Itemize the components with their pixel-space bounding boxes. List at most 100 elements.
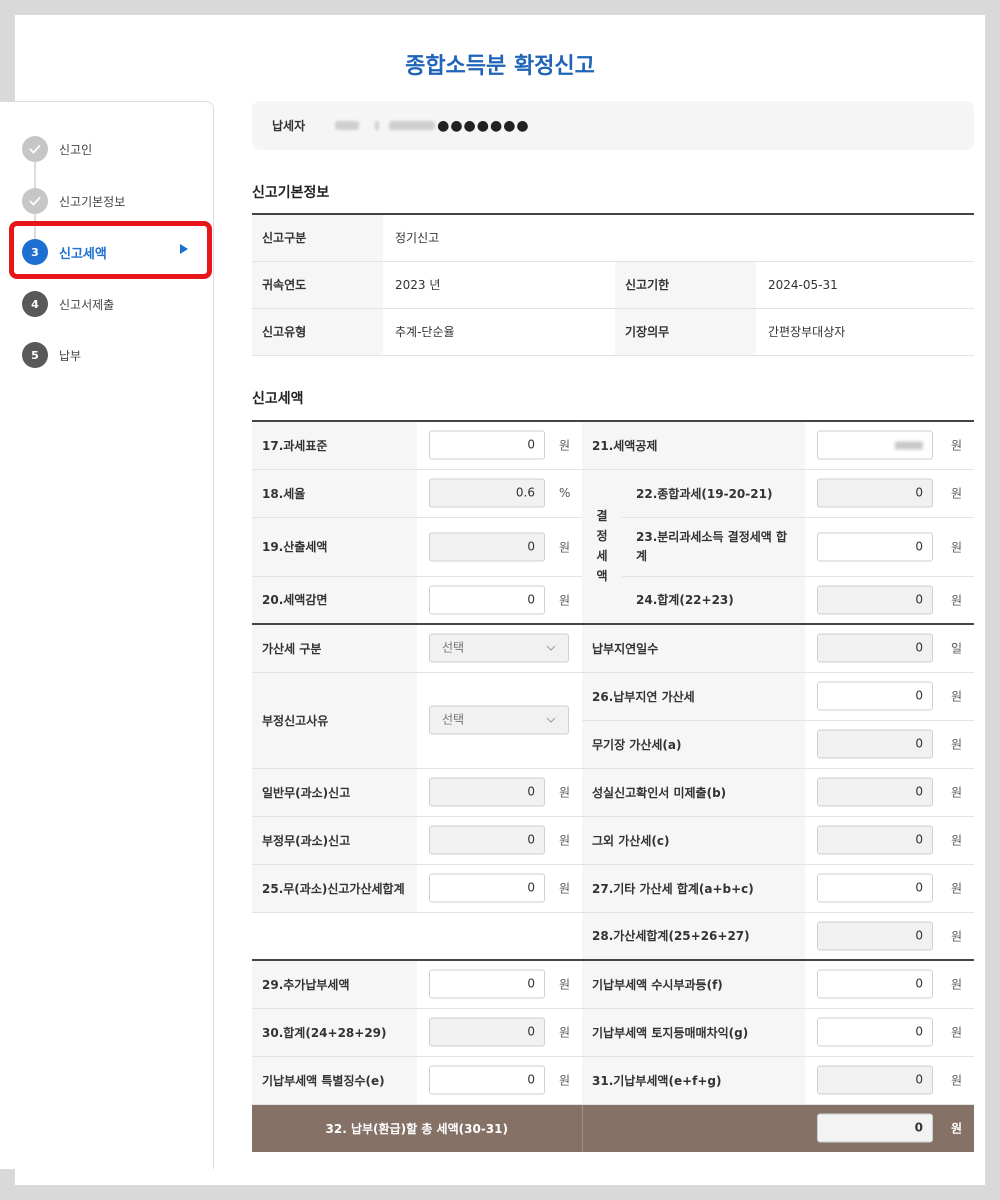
unit-label: 원 bbox=[559, 833, 571, 848]
no-book-field: 0 bbox=[817, 729, 934, 759]
prepaid-g-label: 기납부세액 토지등매매차익(g) bbox=[582, 1008, 806, 1057]
r32-cell: 0원 bbox=[805, 1104, 975, 1152]
method-value: 추계-단순율 bbox=[383, 308, 615, 356]
r17-label: 17.과세표준 bbox=[252, 421, 417, 470]
r18-label: 18.세율 bbox=[252, 469, 417, 518]
check-icon bbox=[22, 136, 48, 162]
basic-info-title: 신고기본정보 bbox=[252, 185, 330, 201]
prepaid-e-label: 기납부세액 특별징수(e) bbox=[252, 1056, 417, 1105]
unit-label: 원 bbox=[951, 593, 963, 608]
general-under-label: 일반무(과소)신고 bbox=[252, 768, 417, 817]
unit-label: 원 bbox=[951, 881, 963, 896]
r24-field: 0 bbox=[817, 585, 934, 615]
masked-id-dots: ●●●●●●● bbox=[437, 117, 530, 134]
prepaid-e-cell: 0원 bbox=[417, 1056, 582, 1105]
masked-divider bbox=[375, 121, 380, 130]
r17-input[interactable]: 0 bbox=[429, 430, 545, 460]
r19-cell: 0원 bbox=[417, 517, 582, 577]
empty-cell bbox=[252, 912, 582, 961]
r31-field: 0 bbox=[817, 1065, 934, 1095]
r27-input[interactable]: 0 bbox=[817, 873, 934, 903]
r32-field: 0 bbox=[817, 1113, 934, 1143]
step-item-submit[interactable]: 4 신고서제출 bbox=[22, 291, 114, 317]
unit-label: 원 bbox=[951, 689, 963, 704]
other-penalty-cell: 0원 bbox=[805, 816, 975, 865]
unit-label: 일 bbox=[951, 641, 963, 656]
r17-cell: 0원 bbox=[417, 421, 582, 470]
unit-label: 원 bbox=[559, 438, 571, 453]
chevron-down-icon bbox=[546, 714, 556, 723]
unit-label: 원 bbox=[559, 785, 571, 800]
fraud-under-field: 0 bbox=[429, 825, 545, 855]
general-under-cell: 0원 bbox=[417, 768, 582, 817]
year-value: 2023 년 bbox=[383, 261, 615, 309]
chevron-down-icon bbox=[546, 642, 556, 651]
bookkeeping-label: 기장의무 bbox=[615, 308, 756, 356]
step-label: 납부 bbox=[59, 348, 82, 363]
step-item-basic-info[interactable]: 신고기본정보 bbox=[22, 188, 125, 214]
r20-label: 20.세액감면 bbox=[252, 576, 417, 625]
prepaid-f-input[interactable]: 0 bbox=[817, 969, 934, 999]
r22-label: 22.종합과세(19-20-21) bbox=[622, 469, 806, 518]
taxpayer-label: 납세자 bbox=[272, 119, 306, 133]
r21-cell: 원 bbox=[805, 421, 975, 470]
no-book-cell: 0원 bbox=[805, 720, 975, 769]
step-number: 5 bbox=[22, 342, 48, 368]
prepaid-f-cell: 0원 bbox=[805, 959, 975, 1009]
r28-field: 0 bbox=[817, 921, 934, 951]
unit-label: 원 bbox=[559, 1025, 571, 1040]
r30-field: 0 bbox=[429, 1017, 545, 1047]
faithful-label: 성실신고확인서 미제출(b) bbox=[582, 768, 806, 817]
step-item-reporter[interactable]: 신고인 bbox=[22, 136, 92, 162]
step-number: 4 bbox=[22, 291, 48, 317]
unit-label: 원 bbox=[951, 486, 963, 501]
faithful-cell: 0원 bbox=[805, 768, 975, 817]
r26-input[interactable]: 0 bbox=[817, 681, 934, 711]
prepaid-g-cell: 0원 bbox=[805, 1008, 975, 1057]
tax-amount-table: 17.과세표준 0원 21.세액공제 원 18.세율 0.6% 결 정 세 액 … bbox=[252, 420, 975, 1152]
penalty-type-select[interactable]: 선택 bbox=[429, 633, 569, 663]
select-text: 선택 bbox=[442, 640, 465, 655]
r20-input[interactable]: 0 bbox=[429, 585, 545, 615]
r30-label: 30.합계(24+28+29) bbox=[252, 1008, 417, 1057]
r25-input[interactable]: 0 bbox=[429, 873, 545, 903]
r19-label: 19.산출세액 bbox=[252, 517, 417, 577]
unit-label: 원 bbox=[559, 881, 571, 896]
r21-label: 21.세액공제 bbox=[582, 421, 806, 470]
taxpayer-box: 납세자 ●●●●●●● bbox=[252, 101, 974, 150]
bookkeeping-value: 간편장부대상자 bbox=[756, 308, 975, 356]
prepaid-e-input[interactable]: 0 bbox=[429, 1065, 545, 1095]
unit-label: 원 bbox=[951, 438, 963, 453]
select-text: 선택 bbox=[442, 712, 465, 727]
deadline-value: 2024-05-31 bbox=[756, 261, 975, 309]
r29-input[interactable]: 0 bbox=[429, 969, 545, 999]
unit-label: 원 bbox=[951, 929, 963, 944]
decided-tax-text: 결 정 세 액 bbox=[596, 509, 608, 584]
unit-label: 원 bbox=[951, 1025, 963, 1040]
late-days-cell: 0일 bbox=[805, 623, 975, 673]
masked-value bbox=[895, 441, 924, 450]
unit-label: 원 bbox=[951, 737, 963, 752]
play-icon bbox=[180, 244, 188, 254]
prepaid-g-input[interactable]: 0 bbox=[817, 1017, 934, 1047]
tax-amount-title: 신고세액 bbox=[252, 391, 304, 407]
unit-label: 원 bbox=[951, 785, 963, 800]
late-days-field: 0 bbox=[817, 633, 934, 663]
unit-label: 원 bbox=[951, 540, 963, 554]
step-label: 신고기본정보 bbox=[59, 194, 126, 209]
unit-label: 원 bbox=[559, 593, 571, 608]
page-title: 종합소득분 확정신고 bbox=[405, 54, 595, 79]
fraud-reason-select[interactable]: 선택 bbox=[429, 705, 569, 735]
r23-input[interactable]: 0 bbox=[817, 532, 934, 561]
r20-cell: 0원 bbox=[417, 576, 582, 625]
r31-cell: 0원 bbox=[805, 1056, 975, 1105]
unit-label: 원 bbox=[951, 1121, 963, 1136]
step-item-payment[interactable]: 5 납부 bbox=[22, 342, 81, 368]
r21-input[interactable] bbox=[817, 430, 934, 460]
step-label: 신고서제출 bbox=[59, 297, 115, 312]
step-connector bbox=[34, 162, 36, 188]
unit-label: 원 bbox=[951, 977, 963, 992]
unit-label: 원 bbox=[559, 1073, 571, 1088]
general-under-field: 0 bbox=[429, 777, 545, 807]
r23-cell: 0원 bbox=[805, 517, 975, 577]
